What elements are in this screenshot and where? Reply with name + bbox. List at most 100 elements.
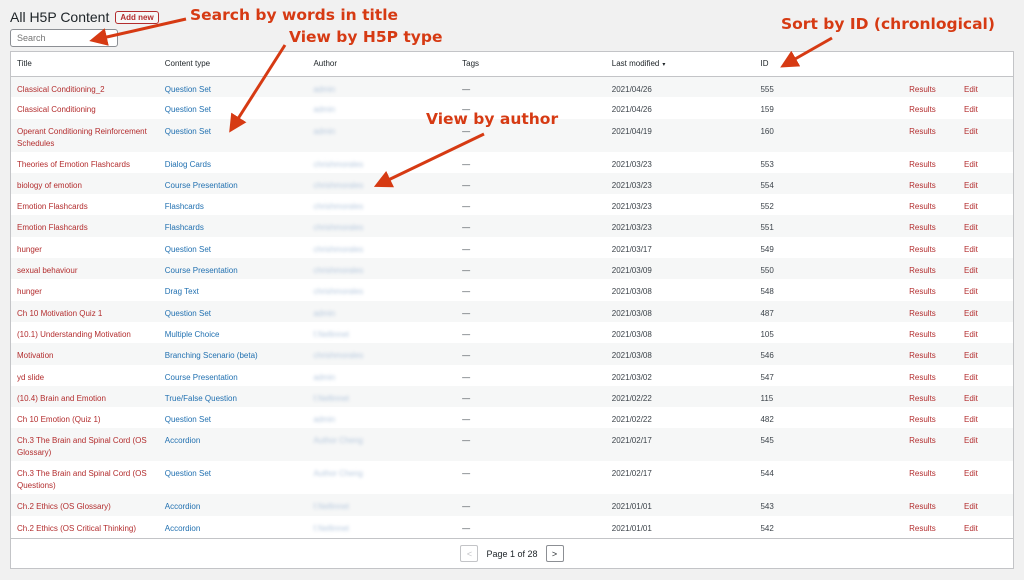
row-author-link[interactable]: admin: [313, 85, 335, 94]
row-results-link[interactable]: Results: [909, 160, 936, 169]
column-title[interactable]: Title: [11, 52, 159, 77]
row-author-link[interactable]: chrishmorales: [313, 202, 363, 211]
row-results-link[interactable]: Results: [909, 202, 936, 211]
row-edit-link[interactable]: Edit: [964, 287, 978, 296]
row-edit-link[interactable]: Edit: [964, 223, 978, 232]
row-edit-link[interactable]: Edit: [964, 181, 978, 190]
row-content-type-link[interactable]: Flashcards: [165, 202, 204, 211]
row-author-link[interactable]: chrishmorales: [313, 160, 363, 169]
column-author[interactable]: Author: [307, 52, 457, 77]
row-results-link[interactable]: Results: [909, 245, 936, 254]
row-content-type-link[interactable]: Question Set: [165, 469, 211, 478]
row-results-link[interactable]: Results: [909, 85, 936, 94]
row-author-link[interactable]: f.Nellinnet: [313, 524, 349, 533]
next-page-button[interactable]: >: [545, 545, 564, 562]
row-results-link[interactable]: Results: [909, 351, 936, 360]
column-content-type[interactable]: Content type: [158, 52, 308, 77]
row-content-type-link[interactable]: Multiple Choice: [165, 330, 220, 339]
row-edit-link[interactable]: Edit: [964, 469, 978, 478]
row-author-link[interactable]: admin: [313, 127, 335, 136]
row-author-link[interactable]: f.Nellinnet: [313, 330, 349, 339]
row-title-link[interactable]: Ch.3 The Brain and Spinal Cord (OS Gloss…: [17, 436, 147, 457]
row-results-link[interactable]: Results: [909, 436, 936, 445]
row-title-link[interactable]: Emotion Flashcards: [17, 223, 88, 232]
row-results-link[interactable]: Results: [909, 524, 936, 533]
row-title-link[interactable]: (10.4) Brain and Emotion: [17, 394, 106, 403]
row-edit-link[interactable]: Edit: [964, 85, 978, 94]
row-title-link[interactable]: Ch.2 Ethics (OS Critical Thinking): [17, 524, 136, 533]
row-content-type-link[interactable]: Branching Scenario (beta): [165, 351, 258, 360]
row-results-link[interactable]: Results: [909, 373, 936, 382]
row-title-link[interactable]: yd slide: [17, 373, 44, 382]
row-results-link[interactable]: Results: [909, 105, 936, 114]
row-title-link[interactable]: Motivation: [17, 351, 53, 360]
row-content-type-link[interactable]: Question Set: [165, 127, 211, 136]
row-edit-link[interactable]: Edit: [964, 160, 978, 169]
row-content-type-link[interactable]: Question Set: [165, 415, 211, 424]
row-author-link[interactable]: chrishmorales: [313, 181, 363, 190]
row-results-link[interactable]: Results: [909, 181, 936, 190]
row-content-type-link[interactable]: Accordion: [165, 436, 201, 445]
row-edit-link[interactable]: Edit: [964, 309, 978, 318]
row-title-link[interactable]: Ch.2 Ethics (OS Glossary): [17, 502, 111, 511]
row-edit-link[interactable]: Edit: [964, 351, 978, 360]
row-title-link[interactable]: hunger: [17, 287, 42, 296]
row-results-link[interactable]: Results: [909, 287, 936, 296]
row-author-link[interactable]: chrishmorales: [313, 245, 363, 254]
row-results-link[interactable]: Results: [909, 502, 936, 511]
row-author-link[interactable]: admin: [313, 415, 335, 424]
row-content-type-link[interactable]: Course Presentation: [165, 373, 238, 382]
row-results-link[interactable]: Results: [909, 415, 936, 424]
prev-page-button[interactable]: <: [460, 545, 479, 562]
row-author-link[interactable]: f.Nellinnet: [313, 394, 349, 403]
row-title-link[interactable]: (10.1) Understanding Motivation: [17, 330, 131, 339]
column-last-modified[interactable]: Last modified ▾: [605, 52, 755, 77]
row-edit-link[interactable]: Edit: [964, 266, 978, 275]
row-edit-link[interactable]: Edit: [964, 502, 978, 511]
search-input[interactable]: [10, 29, 118, 47]
row-author-link[interactable]: admin: [313, 309, 335, 318]
row-author-link[interactable]: chrishmorales: [313, 266, 363, 275]
row-author-link[interactable]: chrishmorales: [313, 287, 363, 296]
row-edit-link[interactable]: Edit: [964, 127, 978, 136]
row-results-link[interactable]: Results: [909, 394, 936, 403]
row-title-link[interactable]: Ch 10 Emotion (Quiz 1): [17, 415, 101, 424]
row-author-link[interactable]: Author Cheng: [313, 469, 362, 478]
row-content-type-link[interactable]: Drag Text: [165, 287, 199, 296]
row-author-link[interactable]: chrishmorales: [313, 351, 363, 360]
row-title-link[interactable]: sexual behaviour: [17, 266, 77, 275]
row-author-link[interactable]: Author Cheng: [313, 436, 362, 445]
row-results-link[interactable]: Results: [909, 330, 936, 339]
row-title-link[interactable]: Operant Conditioning Reinforcement Sched…: [17, 127, 147, 148]
row-content-type-link[interactable]: Course Presentation: [165, 181, 238, 190]
row-edit-link[interactable]: Edit: [964, 415, 978, 424]
row-title-link[interactable]: Classical Conditioning_2: [17, 85, 105, 94]
row-content-type-link[interactable]: Flashcards: [165, 223, 204, 232]
row-edit-link[interactable]: Edit: [964, 373, 978, 382]
row-content-type-link[interactable]: Dialog Cards: [165, 160, 211, 169]
column-id[interactable]: ID: [754, 52, 904, 77]
row-author-link[interactable]: f.Nellinnet: [313, 502, 349, 511]
row-content-type-link[interactable]: Course Presentation: [165, 266, 238, 275]
row-edit-link[interactable]: Edit: [964, 105, 978, 114]
row-edit-link[interactable]: Edit: [964, 524, 978, 533]
row-edit-link[interactable]: Edit: [964, 330, 978, 339]
row-title-link[interactable]: biology of emotion: [17, 181, 82, 190]
row-content-type-link[interactable]: Accordion: [165, 524, 201, 533]
row-title-link[interactable]: Ch 10 Motivation Quiz 1: [17, 309, 102, 318]
row-results-link[interactable]: Results: [909, 469, 936, 478]
row-author-link[interactable]: chrishmorales: [313, 223, 363, 232]
row-title-link[interactable]: hunger: [17, 245, 42, 254]
row-author-link[interactable]: admin: [313, 105, 335, 114]
row-results-link[interactable]: Results: [909, 309, 936, 318]
row-edit-link[interactable]: Edit: [964, 245, 978, 254]
row-content-type-link[interactable]: Question Set: [165, 105, 211, 114]
row-results-link[interactable]: Results: [909, 266, 936, 275]
row-title-link[interactable]: Emotion Flashcards: [17, 202, 88, 211]
row-results-link[interactable]: Results: [909, 127, 936, 136]
row-results-link[interactable]: Results: [909, 223, 936, 232]
row-author-link[interactable]: admin: [313, 373, 335, 382]
row-title-link[interactable]: Ch.3 The Brain and Spinal Cord (OS Quest…: [17, 469, 147, 490]
row-content-type-link[interactable]: Question Set: [165, 85, 211, 94]
row-title-link[interactable]: Classical Conditioning: [17, 105, 96, 114]
